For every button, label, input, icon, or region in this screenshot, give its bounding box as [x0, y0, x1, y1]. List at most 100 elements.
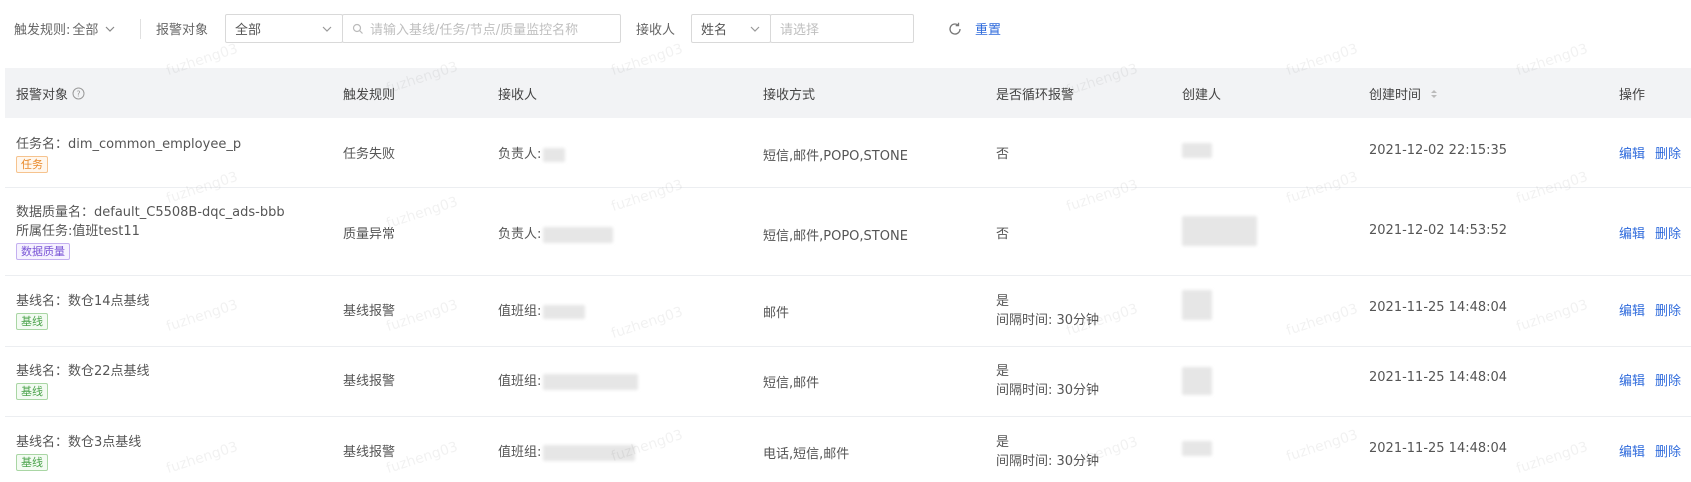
- table-row: 数据质量名：default_C5508B-dqc_ads-bbb 所属任务:值班…: [5, 188, 1691, 276]
- edit-button[interactable]: 编辑: [1619, 143, 1645, 162]
- table-row: 任务名：dim_common_employee_p 任务 任务失败 负责人: 短…: [5, 118, 1691, 188]
- receive-method: 邮件: [763, 306, 790, 321]
- creator-cell: [1182, 367, 1212, 395]
- help-icon[interactable]: ?: [72, 87, 85, 100]
- redacted-receiver: [543, 444, 636, 461]
- loop-interval: 间隔时间: 30分钟: [996, 383, 1100, 398]
- delete-button[interactable]: 删除: [1655, 143, 1681, 162]
- header-created-at[interactable]: 创建时间: [1369, 84, 1439, 103]
- receiver-input[interactable]: 请选择: [770, 14, 914, 43]
- trigger-rule: 任务失败: [343, 147, 396, 162]
- receiver-cell: 值班组:: [498, 300, 586, 319]
- created-at: 2021-12-02 22:15:35: [1369, 143, 1508, 158]
- target-tag-wrap: 任务: [16, 156, 48, 173]
- target-tag-wrap: 数据质量: [16, 243, 70, 260]
- loop-interval: 间隔时间: 30分钟: [996, 454, 1100, 469]
- header-method: 接收方式: [763, 88, 816, 103]
- tag-data-quality: 数据质量: [16, 243, 70, 260]
- receiver-type-value: 姓名: [701, 23, 728, 38]
- redacted-receiver: [543, 226, 614, 243]
- receiver-type-select[interactable]: 姓名: [691, 14, 771, 43]
- created-at: 2021-11-25 14:48:04: [1369, 300, 1508, 315]
- redacted-creator: [1182, 367, 1212, 395]
- alert-target-label: 报警对象: [156, 23, 209, 38]
- receiver-prefix: 值班组:: [498, 304, 542, 319]
- receive-method: 短信,邮件: [763, 376, 820, 391]
- header-loop: 是否循环报警: [996, 88, 1075, 103]
- header-creator: 创建人: [1182, 88, 1222, 103]
- edit-button[interactable]: 编辑: [1619, 223, 1645, 242]
- redacted-creator: [1182, 143, 1212, 158]
- header-created-at-label: 创建时间: [1369, 88, 1422, 103]
- delete-button[interactable]: 删除: [1655, 223, 1681, 242]
- header-target-label: 报警对象: [16, 88, 69, 103]
- creator-cell: [1182, 290, 1212, 320]
- alert-target-select[interactable]: 全部: [225, 14, 343, 43]
- creator-cell: [1182, 216, 1257, 246]
- trigger-rule-filter[interactable]: 触发规则: 全部: [14, 14, 116, 43]
- loop-alert: 是: [996, 435, 1010, 450]
- target-tag-wrap: 基线: [16, 313, 48, 330]
- table-row: 基线名：数仓3点基线 基线 基线报警 值班组: 电话,短信,邮件 是 间隔时间:…: [5, 417, 1691, 482]
- receive-method: 短信,邮件,POPO,STONE: [763, 229, 908, 244]
- tag-baseline: 基线: [16, 313, 48, 330]
- receiver-cell: 值班组:: [498, 441, 636, 461]
- loop-alert: 否: [996, 227, 1010, 242]
- redacted-creator: [1182, 290, 1212, 320]
- search-icon: [352, 23, 363, 34]
- delete-button[interactable]: 删除: [1655, 370, 1681, 389]
- trigger-rule: 基线报警: [343, 445, 396, 460]
- toolbar-divider: [140, 19, 141, 39]
- reset-button[interactable]: 重置: [947, 14, 1001, 43]
- chevron-down-icon: [322, 26, 332, 32]
- loop-alert: 是: [996, 294, 1010, 309]
- target-name: 数据质量名：default_C5508B-dqc_ads-bbb: [16, 205, 285, 220]
- table-row: 基线名：数仓14点基线 基线 基线报警 值班组: 邮件 是 间隔时间: 30分钟…: [5, 276, 1691, 347]
- receiver-cell: 负责人:: [498, 223, 614, 243]
- header-ops: 操作: [1619, 88, 1646, 103]
- created-at: 2021-11-25 14:48:04: [1369, 370, 1508, 385]
- receive-method: 电话,短信,邮件: [763, 447, 850, 462]
- row-actions: 编辑 删除: [1619, 143, 1681, 162]
- target-name: 基线名：数仓14点基线: [16, 294, 150, 309]
- row-actions: 编辑 删除: [1619, 441, 1681, 460]
- loop-interval: 间隔时间: 30分钟: [996, 313, 1100, 328]
- receiver-prefix: 值班组:: [498, 374, 542, 389]
- receiver-prefix: 值班组:: [498, 445, 542, 460]
- trigger-rule-value: 全部: [72, 23, 99, 38]
- row-actions: 编辑 删除: [1619, 300, 1681, 319]
- delete-button[interactable]: 删除: [1655, 441, 1681, 460]
- header-rule: 触发规则: [343, 88, 396, 103]
- search-input[interactable]: 请输入基线/任务/节点/质量监控名称: [342, 14, 621, 43]
- receiver-prefix: 负责人:: [498, 227, 542, 242]
- loop-alert: 是: [996, 364, 1010, 379]
- trigger-rule: 基线报警: [343, 374, 396, 389]
- redacted-receiver: [543, 304, 586, 319]
- table-header: 报警对象 ? 触发规则 接收人 接收方式 是否循环报警 创建人 创建时间 操作: [5, 68, 1691, 118]
- table-row: 基线名：数仓22点基线 基线 基线报警 值班组: 短信,邮件 是 间隔时间: 3…: [5, 347, 1691, 417]
- tag-baseline: 基线: [16, 383, 48, 400]
- tag-baseline: 基线: [16, 454, 48, 471]
- alert-target-select-value: 全部: [235, 23, 262, 38]
- created-at: 2021-12-02 14:53:52: [1369, 223, 1508, 238]
- reset-label: 重置: [975, 23, 1002, 38]
- target-tag-wrap: 基线: [16, 383, 48, 400]
- receiver-cell: 负责人:: [498, 143, 566, 162]
- redacted-creator: [1182, 441, 1212, 456]
- refresh-icon: [949, 22, 961, 35]
- trigger-rule-label: 触发规则:: [14, 23, 71, 38]
- edit-button[interactable]: 编辑: [1619, 370, 1645, 389]
- target-name: 基线名：数仓22点基线: [16, 364, 150, 379]
- search-placeholder: 请输入基线/任务/节点/质量监控名称: [370, 23, 579, 38]
- target-parent-task: 所属任务:值班test11: [16, 224, 140, 239]
- trigger-rule: 基线报警: [343, 304, 396, 319]
- redacted-receiver: [543, 373, 639, 390]
- sort-icon[interactable]: [1429, 87, 1439, 101]
- alert-target-label-wrap: 报警对象: [156, 14, 208, 43]
- edit-button[interactable]: 编辑: [1619, 300, 1645, 319]
- chevron-down-icon: [105, 26, 115, 32]
- edit-button[interactable]: 编辑: [1619, 441, 1645, 460]
- delete-button[interactable]: 删除: [1655, 300, 1681, 319]
- tag-task: 任务: [16, 156, 48, 173]
- creator-cell: [1182, 143, 1212, 158]
